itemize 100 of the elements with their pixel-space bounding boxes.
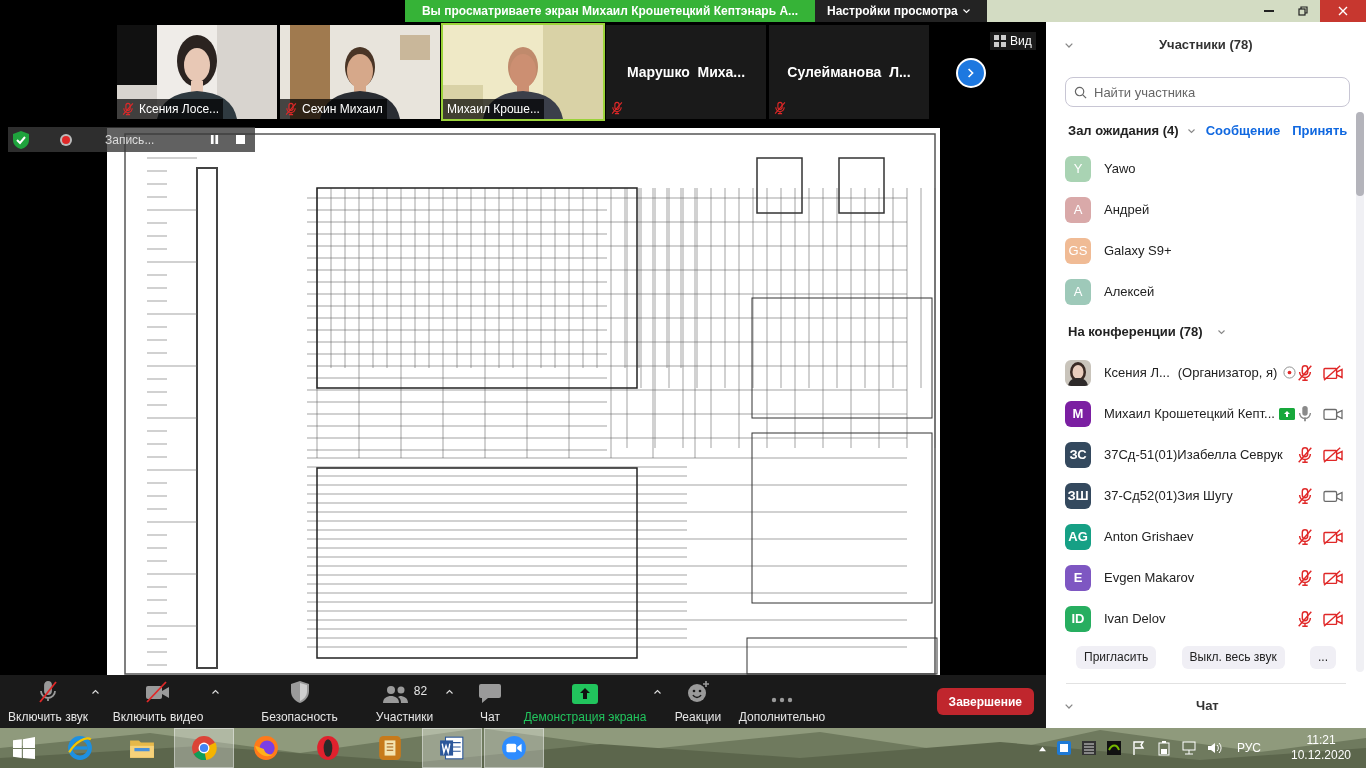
word-icon (439, 735, 465, 761)
taskbar-app-button[interactable] (484, 728, 544, 768)
flag-icon (1130, 740, 1147, 756)
participant-count: 82 (413, 682, 428, 700)
waiting-action-link[interactable]: Сообщение (1205, 121, 1281, 141)
network-icon (1180, 740, 1197, 756)
pause-icon (209, 135, 219, 144)
toolbar-button[interactable]: Безопасность (252, 677, 348, 726)
people-icon (381, 683, 410, 704)
participant-name: Yawo (1104, 159, 1136, 178)
participant-name: Anton Grishaev (1104, 527, 1194, 546)
chevron-right-icon (967, 68, 975, 78)
windows-start-icon (13, 737, 35, 759)
participant-row[interactable]: ЗШ 37-Сд52(01)Зия Шугу (1046, 475, 1366, 516)
participant-row[interactable]: Ксения Л... (Организатор, я) (1046, 352, 1366, 393)
waiting-participant-row[interactable]: Y Yawo (1046, 148, 1366, 189)
panel-button[interactable]: Пригласить (1076, 645, 1157, 669)
waiting-participant-row[interactable]: A Андрей (1046, 189, 1366, 230)
avatar-initials: ЗШ (1065, 482, 1091, 509)
participant-name: Ксения Л... (1104, 363, 1170, 382)
opera-icon (315, 735, 341, 761)
speaker-icon (1205, 740, 1222, 756)
waiting-action-link[interactable]: Принять (1292, 121, 1348, 141)
collapse-chevron-icon (1064, 41, 1074, 49)
avatar-photo (1065, 359, 1091, 386)
view-button[interactable]: Вид (990, 32, 1036, 50)
smiley-icon (686, 679, 711, 704)
panel-button[interactable]: ... (1310, 645, 1336, 669)
stop-icon (235, 135, 245, 144)
internet-explorer-icon (67, 735, 93, 761)
shield-check-icon (11, 129, 31, 150)
avatar-initials: M (1065, 400, 1091, 427)
caret-up-icon (90, 689, 100, 696)
participant-name: 37Сд-51(01)Изабелла Севрук (1104, 445, 1283, 464)
minimize-icon (1264, 10, 1274, 12)
panel-button[interactable]: Выкл. весь звук (1181, 645, 1285, 669)
book-app-icon (377, 735, 403, 761)
search-icon (1074, 86, 1087, 99)
toolbar-button[interactable]: 82 Участники (367, 677, 443, 726)
toolbar-button[interactable]: Реакции (668, 677, 729, 726)
sharing-banner-text: Вы просматриваете экран Михаил Крошетецкий Кептэнарь А... (421, 3, 799, 20)
tray-expand-icon (1037, 744, 1047, 752)
next-page-button[interactable] (956, 58, 986, 88)
end-meeting-button[interactable]: Завершение (936, 688, 1034, 715)
participant-name: 37-Сд52(01)Зия Шугу (1104, 486, 1233, 505)
toolbar-button[interactable]: Включить звук (8, 677, 89, 726)
search-field[interactable]: Найти участника (1065, 77, 1350, 107)
avatar-initials: E (1065, 564, 1091, 591)
muted-mic-icon (36, 679, 60, 704)
restore-icon (1298, 6, 1308, 16)
chat-title: Чат (1196, 697, 1219, 716)
recording-label: Запись... (105, 131, 155, 149)
waiting-participant-row[interactable]: GS Galaxy S9+ (1046, 230, 1366, 271)
participant-row[interactable]: AG Anton Grishaev (1046, 516, 1366, 557)
waiting-participant-row[interactable]: A Алексей (1046, 271, 1366, 312)
participant-row[interactable]: ID Ivan Delov (1046, 598, 1366, 639)
participant-name: Андрей (1104, 200, 1150, 219)
avatar-initials: Y (1065, 155, 1091, 182)
video-call-app-icon (501, 735, 527, 761)
participant-name: Михаил Крошетецкий Кепт... (1104, 404, 1275, 423)
toolbar-button[interactable]: Демонстрация экрана (520, 677, 651, 726)
caret-up-icon (210, 689, 220, 696)
clock-time: 11:21 (1306, 733, 1336, 748)
caret-up-icon (652, 689, 662, 696)
taskbar-app-button[interactable] (422, 728, 482, 768)
more-dots-icon (770, 695, 795, 704)
clock-date: 10.12.2020 (1290, 748, 1352, 763)
avatar-initials: A (1065, 278, 1091, 305)
participant-name: Алексей (1104, 282, 1155, 301)
scrollbar[interactable] (1356, 112, 1364, 672)
chrome-icon (191, 735, 217, 761)
toolbar-button[interactable]: Дополнительно (732, 677, 833, 726)
avatar-initials: AG (1065, 523, 1091, 550)
waiting-room-label: Зал ожидания (4) (1068, 122, 1179, 141)
collapse-chevron-icon (1064, 702, 1074, 710)
share-screen-icon (572, 683, 599, 704)
recording-dot-icon (59, 132, 73, 147)
chevron-down-icon (1216, 329, 1226, 335)
chevron-down-icon (1186, 128, 1196, 134)
participant-name: Galaxy S9+ (1104, 241, 1172, 260)
participant-name: Сулейманова Л... (787, 62, 911, 82)
toolbar-button[interactable]: Чат (470, 677, 511, 726)
participant-row[interactable]: ЗС 37Сд-51(01)Изабелла Севрук (1046, 434, 1366, 475)
participant-name: Ivan Delov (1104, 609, 1166, 628)
battery-icon (1155, 740, 1172, 756)
avatar-initials: ID (1065, 605, 1091, 632)
firefox-icon (253, 735, 279, 761)
toolbar-button[interactable]: Включить видео (108, 677, 209, 726)
participant-name: Сехин Михаил (302, 101, 383, 118)
chat-bubble-icon (478, 681, 503, 704)
avatar-initials: ЗС (1065, 441, 1091, 468)
caret-up-icon (444, 689, 454, 696)
participant-name: Evgen Makarov (1104, 568, 1195, 587)
panel-title: Участники (78) (1159, 36, 1253, 55)
participant-row[interactable]: M Михаил Крошетецкий Кепт... (1046, 393, 1366, 434)
chevron-down-icon (961, 8, 971, 14)
grid-icon (994, 35, 1006, 47)
participant-name: Марушко Миха... (626, 62, 746, 82)
avatar-initials: A (1065, 196, 1091, 223)
participant-row[interactable]: E Evgen Makarov (1046, 557, 1366, 598)
